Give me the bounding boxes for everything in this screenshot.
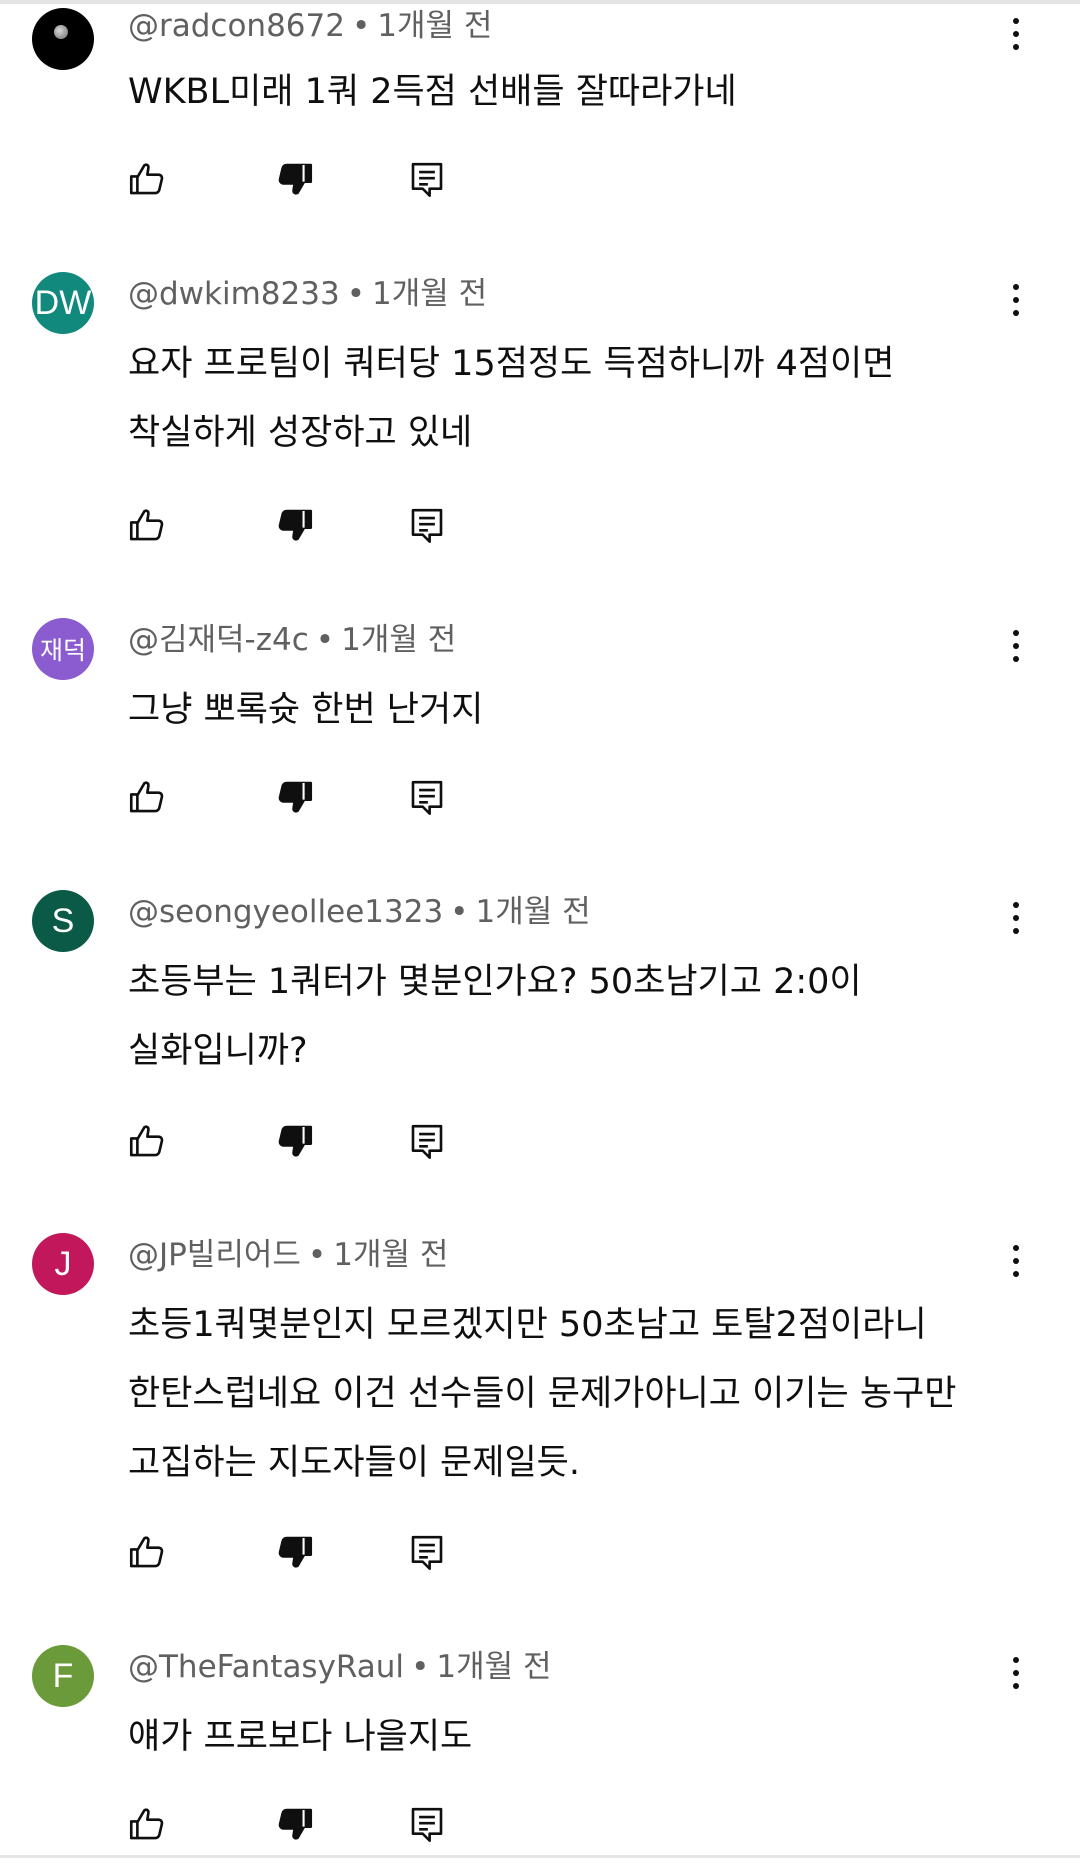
reply-comment-icon[interactable]: [406, 776, 450, 820]
more-vert-icon[interactable]: [1002, 1239, 1030, 1283]
author-handle[interactable]: @김재덕-z4c: [128, 622, 309, 658]
top-divider: [0, 0, 1080, 4]
reply-comment-icon[interactable]: [406, 1803, 450, 1847]
comment-actions: [126, 504, 466, 550]
comment-text: 얘가 프로보다 나을지도: [128, 1717, 473, 1757]
thumb-up-icon[interactable]: [126, 1531, 170, 1575]
avatar[interactable]: 재덕: [32, 618, 94, 680]
more-vert-icon[interactable]: [1002, 896, 1030, 940]
bottom-divider: [0, 1855, 1080, 1858]
meta-separator: •: [450, 894, 469, 930]
comment-actions: [126, 776, 466, 822]
meta-separator: •: [411, 1649, 430, 1685]
comment-time[interactable]: 1개월 전: [333, 1237, 448, 1273]
reply-comment-icon[interactable]: [406, 1531, 450, 1575]
comment-text: WKBL미래 1쿼 2득점 선배들 잘따라가네: [128, 72, 737, 112]
comment-time[interactable]: 1개월 전: [377, 8, 492, 44]
thumb-down-icon[interactable]: [274, 158, 318, 202]
moon-avatar-image: [54, 25, 68, 39]
comment-meta: @radcon8672 • 1개월 전: [128, 7, 492, 45]
thumb-down-icon[interactable]: [274, 776, 318, 820]
more-vert-icon[interactable]: [1002, 624, 1030, 668]
reply-comment-icon[interactable]: [406, 1120, 450, 1164]
reply-comment-icon[interactable]: [406, 504, 450, 548]
more-vert-icon[interactable]: [1002, 12, 1030, 56]
meta-separator: •: [351, 8, 371, 44]
author-handle[interactable]: @JP빌리어드: [128, 1237, 301, 1273]
comment-actions: [126, 158, 466, 204]
comment-meta: @JP빌리어드 • 1개월 전: [128, 1236, 448, 1274]
comment-meta: @seongyeollee1323 • 1개월 전: [128, 893, 591, 931]
author-handle[interactable]: @seongyeollee1323: [128, 894, 443, 930]
comment-text: 그냥 뽀록슛 한번 난거지: [128, 690, 484, 730]
avatar-initials: S: [51, 901, 75, 940]
avatar-initials: F: [52, 1656, 74, 1695]
comment-time[interactable]: 1개월 전: [475, 894, 590, 930]
avatar-initials: 재덕: [39, 637, 86, 665]
more-vert-icon[interactable]: [1002, 278, 1030, 322]
author-handle[interactable]: @TheFantasyRaul: [128, 1649, 404, 1685]
avatar[interactable]: F: [32, 1645, 94, 1707]
thumb-down-icon[interactable]: [274, 1531, 318, 1575]
thumb-up-icon[interactable]: [126, 776, 170, 820]
author-handle[interactable]: @dwkim8233: [128, 276, 340, 312]
comment-meta: @TheFantasyRaul • 1개월 전: [128, 1648, 552, 1686]
comment-actions: [126, 1120, 466, 1166]
thumb-up-icon[interactable]: [126, 504, 170, 548]
thumb-down-icon[interactable]: [274, 504, 318, 548]
more-vert-icon[interactable]: [1002, 1651, 1030, 1695]
thumb-down-icon[interactable]: [274, 1120, 318, 1164]
meta-separator: •: [307, 1237, 327, 1273]
meta-separator: •: [346, 276, 365, 312]
author-handle[interactable]: @radcon8672: [128, 8, 345, 44]
avatar-initials: DW: [34, 283, 92, 322]
comment-text: 요자 프로팀이 쿼터당 15점정도 득점하니까 4점이면 착실하게 성장하고 있…: [128, 344, 895, 453]
comment-time[interactable]: 1개월 전: [341, 622, 456, 658]
avatar[interactable]: S: [32, 890, 94, 952]
thumb-up-icon[interactable]: [126, 1120, 170, 1164]
meta-separator: •: [315, 622, 335, 658]
avatar[interactable]: [32, 8, 94, 70]
comment-time[interactable]: 1개월 전: [436, 1649, 551, 1685]
reply-comment-icon[interactable]: [406, 158, 450, 202]
thumb-up-icon[interactable]: [126, 1803, 170, 1847]
comment-time[interactable]: 1개월 전: [372, 276, 487, 312]
thumb-down-icon[interactable]: [274, 1803, 318, 1847]
comment-actions: [126, 1803, 466, 1849]
comment-meta: @dwkim8233 • 1개월 전: [128, 275, 487, 313]
comment-meta: @김재덕-z4c • 1개월 전: [128, 621, 456, 659]
comment-text: 초등1쿼몇분인지 모르겠지만 50초남고 토탈2점이라니 한탄스럽네요 이건 선…: [128, 1305, 957, 1483]
comment-actions: [126, 1531, 466, 1577]
avatar[interactable]: J: [32, 1233, 94, 1295]
thumb-up-icon[interactable]: [126, 158, 170, 202]
avatar-initials: J: [54, 1244, 72, 1283]
comment-text: 초등부는 1쿼터가 몇분인가요? 50초남기고 2:0이 실화입니까?: [128, 962, 862, 1071]
avatar[interactable]: DW: [32, 272, 94, 334]
